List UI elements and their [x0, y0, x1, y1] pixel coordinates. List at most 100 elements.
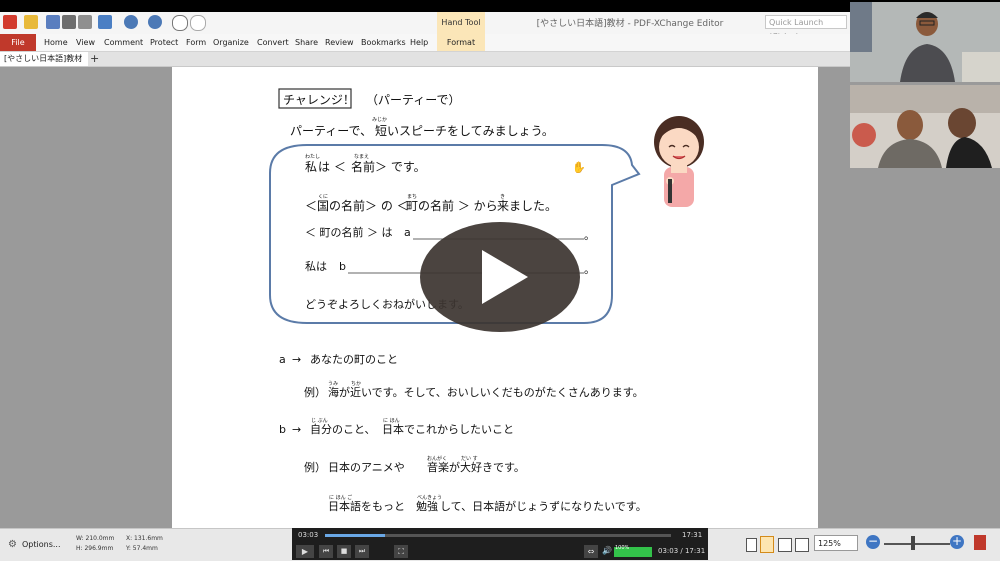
redo-icon[interactable] — [148, 15, 162, 29]
bubble-line1-d: ＞ です。 — [375, 160, 426, 174]
example3-benkyo: 勉強 — [416, 499, 438, 513]
facing-view-icon[interactable] — [778, 538, 792, 552]
example2-prefix: 例） — [304, 460, 326, 474]
pdf-icon[interactable] — [974, 535, 986, 550]
tab-organize[interactable]: Organize — [213, 34, 249, 51]
example3-rest: して、日本語がじょうずになりたいです。 — [440, 499, 647, 513]
example1-near: 近 — [350, 386, 361, 399]
example2-ongaku: 音楽 — [427, 460, 449, 474]
webcam-feed-2 — [850, 85, 1000, 168]
quick-access-toolbar: Hand Tool [やさしい日本語]教材 - PDF-XChange Edit… — [0, 12, 850, 41]
tab-share[interactable]: Share — [295, 34, 318, 51]
cloud-icon[interactable] — [98, 15, 112, 29]
b-label-m1: のこと、 — [332, 423, 376, 436]
forward-button-icon[interactable]: ⏭ — [355, 545, 369, 558]
video-player-controls: 03:03 17:31 ▶ ⏮ ■ ⏭ ⛶ ⇔ 🔊 100% 03:03 / 1… — [292, 528, 708, 560]
ruby-namae: なまえ — [354, 153, 369, 160]
document-tab[interactable]: [やさしい日本語]教材 — [0, 52, 88, 66]
bubble-line2-a: ＜ — [305, 199, 317, 213]
print-icon[interactable] — [62, 15, 76, 29]
total-duration: 17:31 — [682, 531, 703, 539]
window-title: [やさしい日本語]教材 - PDF-XChange Editor — [536, 19, 724, 29]
ruby-mijika: みじか — [372, 116, 387, 123]
example1-sea: 海 — [328, 385, 339, 399]
blank-a-letter: a — [404, 226, 411, 239]
tab-help[interactable]: Help — [410, 34, 428, 51]
tab-home[interactable]: Home — [44, 34, 68, 51]
page-height: H: 296.9mm — [76, 545, 114, 552]
seek-bar[interactable] — [325, 534, 671, 537]
forward-icon[interactable] — [190, 15, 206, 31]
file-tab[interactable]: File — [0, 34, 36, 51]
b-label-arrow: → — [292, 423, 301, 436]
loop-button-icon[interactable]: ⇔ — [584, 545, 598, 558]
bubble-line1-b: は ＜ — [318, 160, 346, 174]
girl-speaker-icon — [654, 116, 704, 207]
challenge-subtitle: （パーティーで） — [366, 93, 461, 107]
volume-icon[interactable]: 🔊 — [602, 546, 612, 555]
zoom-slider[interactable] — [884, 543, 950, 545]
tab-form[interactable]: Form — [186, 34, 206, 51]
stop-button-icon[interactable]: ■ — [337, 545, 351, 558]
continuous-view-icon[interactable] — [760, 536, 774, 553]
intro-b: いスピーチをしてみましょう。 — [387, 124, 554, 138]
tab-convert[interactable]: Convert — [257, 34, 289, 51]
webcam-feed-1 — [850, 2, 1000, 82]
continuous-facing-view-icon[interactable] — [795, 538, 809, 552]
example3-m1: をもっと — [361, 500, 405, 513]
zoom-slider-thumb[interactable] — [911, 536, 915, 550]
blank-b-period: 。 — [584, 263, 595, 276]
back-icon[interactable] — [172, 15, 188, 31]
options-gear-icon[interactable]: ⚙ — [8, 539, 17, 550]
seek-progress — [325, 534, 386, 537]
tab-protect[interactable]: Protect — [150, 34, 178, 51]
tab-comment[interactable]: Comment — [104, 34, 143, 51]
play-overlay-icon[interactable] — [420, 222, 580, 332]
intro-kanji-short: 短 — [375, 124, 387, 138]
tab-review[interactable]: Review — [325, 34, 354, 51]
zoom-in-icon[interactable]: + — [950, 535, 964, 549]
bubble-line2-f: 来 — [497, 199, 509, 213]
rewind-button-icon[interactable]: ⏮ — [319, 545, 333, 558]
a-label-letter: a — [279, 353, 286, 366]
zoom-select[interactable]: 125% — [814, 535, 858, 551]
example2-rest: 好きです。 — [471, 460, 525, 474]
open-folder-icon[interactable] — [24, 15, 38, 29]
blank-b-letter: b — [339, 260, 346, 273]
play-button-icon[interactable]: ▶ — [296, 545, 314, 558]
volume-label: 100% — [615, 545, 630, 551]
bubble-line2-g: ました。 — [509, 199, 557, 213]
options-button[interactable]: Options... — [22, 540, 61, 549]
b-label-jibun: 自分 — [310, 423, 332, 436]
video-play-overlay[interactable] — [420, 222, 580, 332]
a-label-arrow: → — [292, 353, 301, 366]
fullscreen-button-icon[interactable]: ⛶ — [394, 545, 408, 558]
time-display: 03:03 / 17:31 — [658, 547, 706, 555]
new-tab-icon[interactable]: + — [90, 52, 99, 66]
bubble-line2-e: の名前 ＞ から — [418, 198, 498, 213]
cursor-x: X: 131.6mm — [126, 535, 163, 542]
quick-launch-input[interactable]: Quick Launch (Ctrl+.) — [765, 15, 847, 41]
a-label-text: あなたの町のこと — [310, 353, 398, 366]
single-page-view-icon[interactable] — [746, 538, 757, 552]
example2-m1: が — [449, 460, 460, 474]
example2-a: 日本のアニメや — [328, 460, 405, 474]
tab-view[interactable]: View — [76, 34, 95, 51]
bubble-line2-b: 国 — [317, 199, 329, 213]
bubble-line4: 私は — [305, 260, 327, 273]
webcam-group-image — [850, 85, 1000, 168]
zoom-out-icon[interactable]: − — [866, 535, 880, 549]
tab-format[interactable]: Format — [437, 34, 485, 51]
example1-rest: いです。そして、おいしいくだものがたくさんあります。 — [361, 385, 644, 399]
app-logo-icon — [3, 15, 17, 29]
webcam-person-1-image — [850, 2, 1000, 82]
email-icon[interactable] — [78, 15, 92, 29]
ruby-watashi: わたし — [305, 153, 320, 160]
undo-icon[interactable] — [124, 15, 138, 29]
bubble-line3: ＜ 町の名前 ＞ は — [305, 225, 393, 239]
tab-bookmarks[interactable]: Bookmarks — [361, 34, 406, 51]
save-icon[interactable] — [46, 15, 60, 29]
intro-a: パーティーで、 — [290, 124, 372, 138]
ribbon-tabs: File Home View Comment Protect Form Orga… — [0, 34, 850, 52]
page-width: W: 210.0mm — [76, 535, 115, 542]
